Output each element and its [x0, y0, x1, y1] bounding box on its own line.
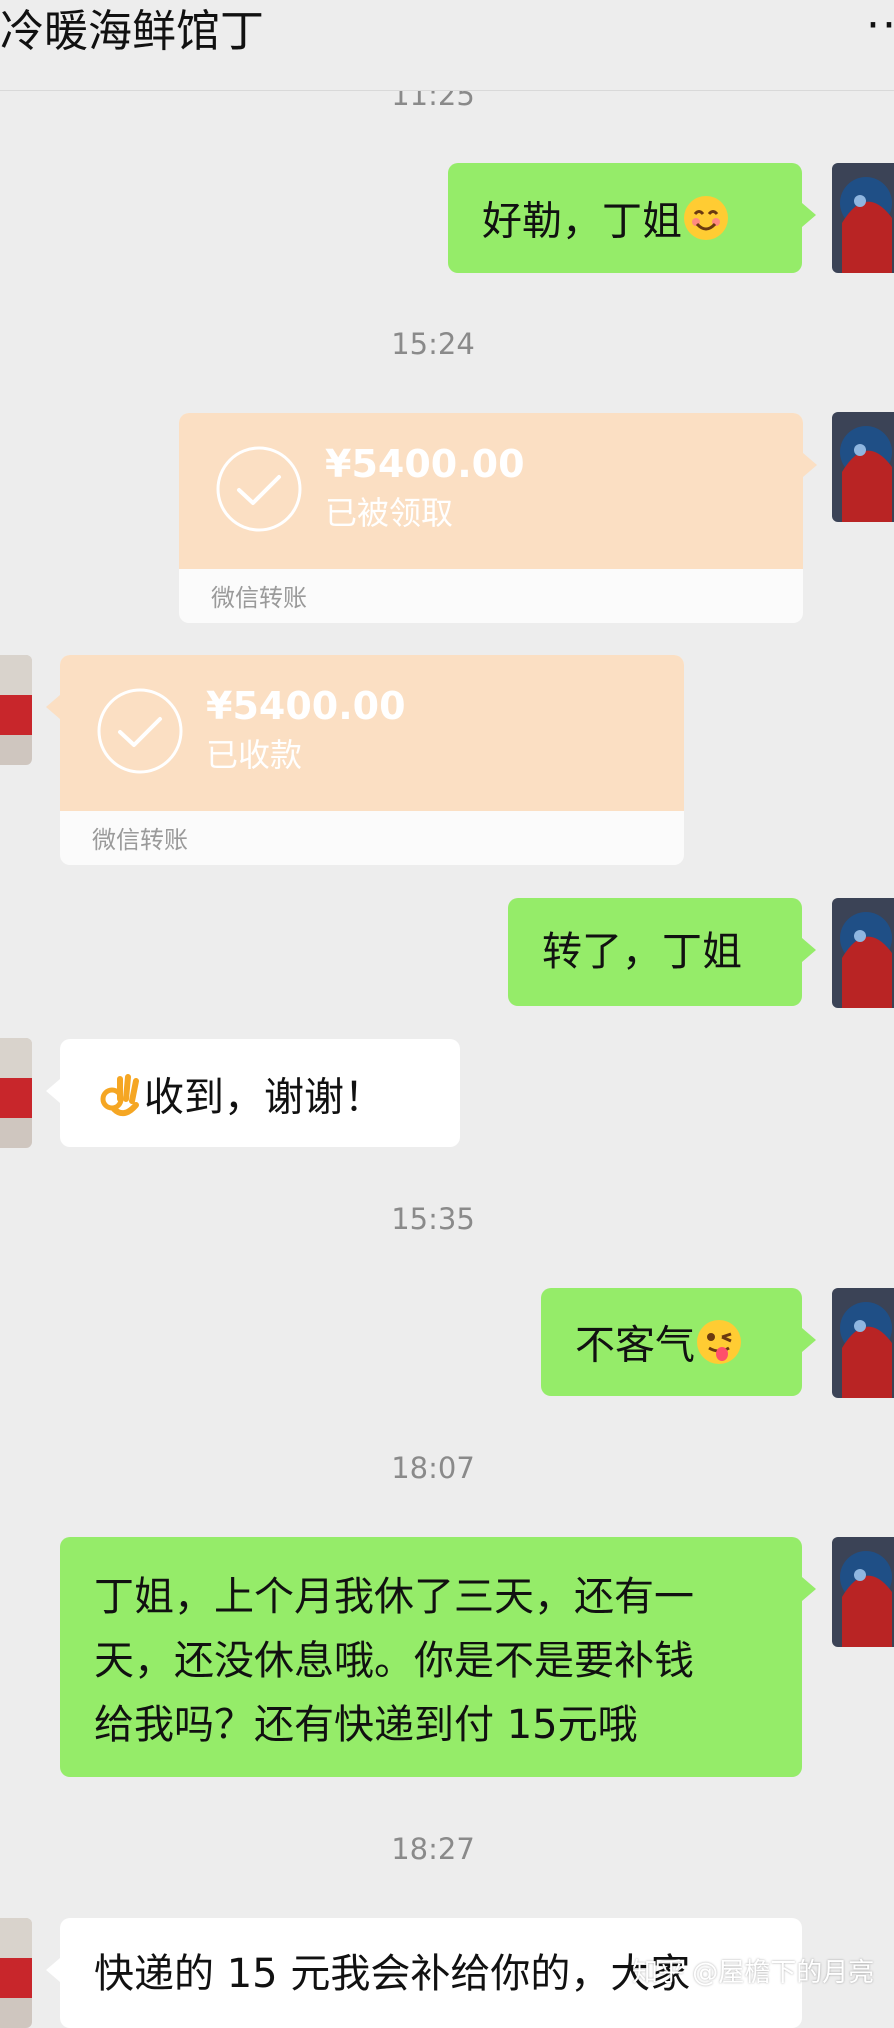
timestamp: 15:24	[391, 327, 475, 361]
contact-avatar[interactable]	[0, 1918, 32, 2028]
my-avatar[interactable]	[832, 412, 894, 522]
transfer-label: 微信转账	[92, 826, 188, 854]
transfer-label: 微信转账	[211, 584, 307, 612]
my-avatar[interactable]	[832, 1288, 894, 1398]
check-circle-icon	[96, 687, 184, 775]
transfer-card-received[interactable]: ¥5400.00 已收款 微信转账	[60, 655, 684, 865]
winking-tongue-face-icon	[695, 1318, 743, 1377]
contact-avatar[interactable]	[0, 655, 32, 765]
timestamp: 15:35	[391, 1202, 475, 1236]
message-text: 转了，丁姐	[542, 929, 742, 975]
transfer-amount: ¥5400.00	[206, 684, 406, 728]
message-text-line: 给我吗？还有快递到付 15元哦	[94, 1702, 638, 1748]
message-bubble-sent[interactable]: 不客气	[541, 1288, 816, 1396]
message-text: 快递的 15 元我会补给你的，大家	[94, 1951, 691, 1997]
timestamp: 18:27	[391, 1832, 475, 1866]
contact-avatar[interactable]	[0, 1038, 32, 1148]
message-bubble-received[interactable]: 收到，谢谢！	[46, 1039, 460, 1147]
transfer-amount: ¥5400.00	[325, 442, 525, 486]
watermark-text: 知乎 @屋檐下的月亮	[632, 1958, 875, 1988]
chat-header: 冷暖海鲜馆丁 ··	[0, 0, 894, 91]
message-bubble-sent[interactable]: 好勒，丁姐	[448, 163, 816, 273]
message-text-line: 天，还没休息哦。你是不是要补钱	[94, 1638, 694, 1684]
smiling-face-icon	[682, 194, 730, 253]
message-text: 收到，谢谢！	[144, 1074, 384, 1121]
chat-title: 冷暖海鲜馆丁	[0, 6, 264, 57]
timestamp: 18:07	[391, 1451, 475, 1485]
more-options-icon[interactable]: ··	[866, 4, 894, 48]
my-avatar[interactable]	[832, 898, 894, 1008]
check-circle-icon	[215, 445, 303, 533]
message-text: 好勒，丁姐	[482, 198, 682, 245]
transfer-status: 已收款	[206, 736, 303, 774]
message-bubble-sent[interactable]: 丁姐，上个月我休了三天，还有一 天，还没休息哦。你是不是要补钱 给我吗？还有快递…	[60, 1537, 816, 1777]
ok-hand-icon	[94, 1069, 144, 1130]
my-avatar[interactable]	[832, 163, 894, 273]
message-bubble-sent[interactable]: 转了，丁姐	[508, 898, 816, 1006]
message-text: 不客气	[575, 1322, 695, 1369]
transfer-card-sent[interactable]: ¥5400.00 已被领取 微信转账	[179, 413, 803, 623]
transfer-status: 已被领取	[325, 494, 454, 532]
message-text-line: 丁姐，上个月我休了三天，还有一	[94, 1574, 694, 1620]
my-avatar[interactable]	[832, 1537, 894, 1647]
